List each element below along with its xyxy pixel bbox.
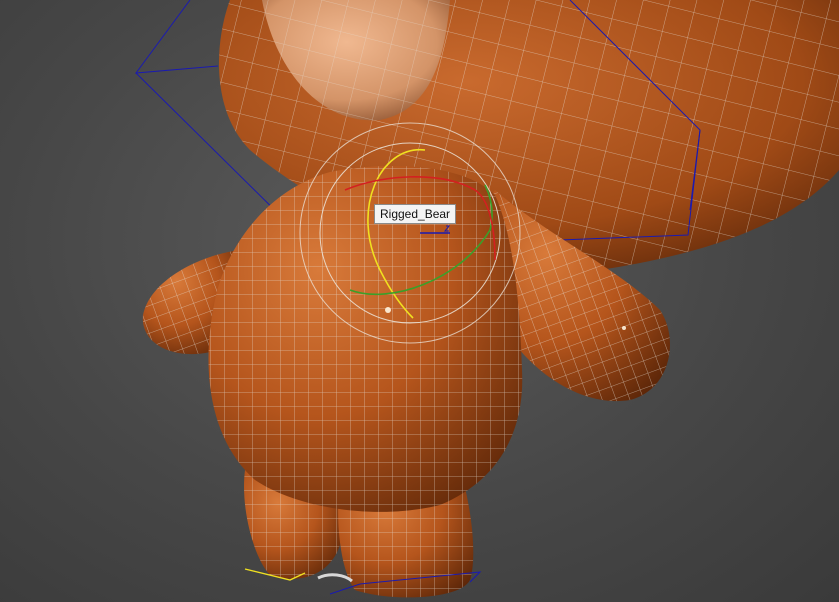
specular-highlight bbox=[622, 326, 626, 330]
object-name-tooltip: Rigged_Bear bbox=[374, 204, 457, 224]
3d-viewport[interactable]: Rigged_Bear bbox=[0, 0, 839, 602]
bear-body-mesh[interactable] bbox=[208, 165, 523, 512]
specular-highlight bbox=[385, 307, 391, 313]
viewport-scene[interactable] bbox=[0, 0, 839, 602]
